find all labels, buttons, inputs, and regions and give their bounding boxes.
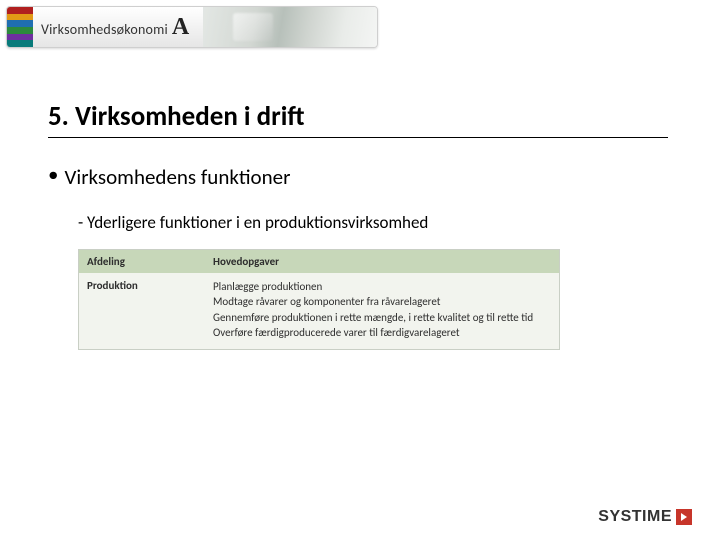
brand-stripes-icon <box>7 7 33 47</box>
bullet-dot-icon: • <box>48 164 58 185</box>
brand-name: Virksomhedsøkonomi <box>41 21 168 38</box>
slide-title: 5. Virksomheden i drift <box>48 100 668 138</box>
footer-brand-text: SYSTIME <box>598 508 672 526</box>
task-item: Modtage råvarer og komponenter fra råvar… <box>213 294 551 309</box>
brand-letter: A <box>172 15 189 39</box>
task-item: Gennemføre produktionen i rette mængde, … <box>213 310 551 325</box>
brand-title: Virksomhedsøkonomi A <box>41 15 189 39</box>
table-row-tasks: Planlægge produktionen Modtage råvarer o… <box>205 273 559 349</box>
slide-content: 5. Virksomheden i drift • Virksomhedens … <box>48 100 672 350</box>
bullet-level1-text: Virksomhedens funktioner <box>64 164 290 190</box>
table-header-row: Afdeling Hovedopgaver <box>79 250 559 273</box>
bullet-level2: - Yderligere funktioner i en produktions… <box>78 212 672 233</box>
task-item: Planlægge produktionen <box>213 279 551 294</box>
table-row-label: Produktion <box>79 273 205 349</box>
table-header-col2: Hovedopgaver <box>205 250 559 273</box>
bullet-level1: • Virksomhedens funktioner <box>48 164 672 190</box>
header-banner: Virksomhedsøkonomi A <box>6 6 378 48</box>
table-row: Produktion Planlægge produktionen Modtag… <box>79 273 559 349</box>
banner-photo-icon <box>203 7 377 47</box>
arrow-right-icon <box>676 509 692 525</box>
footer-brand: SYSTIME <box>598 508 692 526</box>
task-item: Overføre færdigproducerede varer til fær… <box>213 325 551 340</box>
table-header-col1: Afdeling <box>79 250 205 273</box>
functions-table: Afdeling Hovedopgaver Produktion Planlæg… <box>78 249 560 350</box>
